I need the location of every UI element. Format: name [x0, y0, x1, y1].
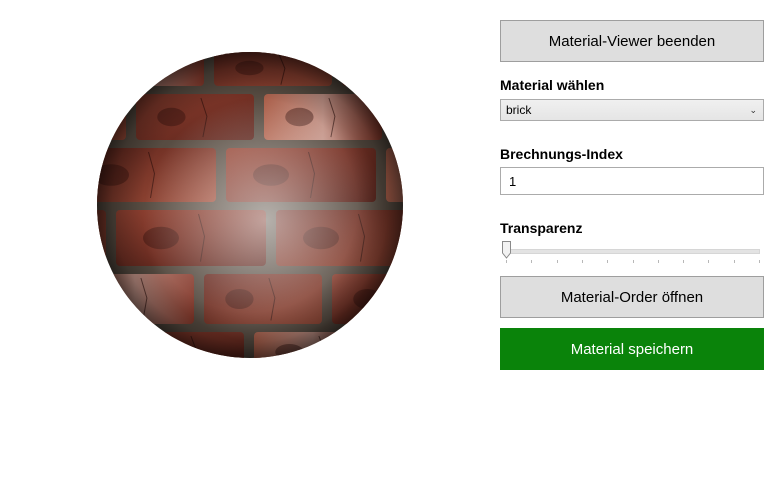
slider-tick — [708, 260, 709, 263]
brick-crack — [396, 277, 403, 321]
brick-crack — [150, 53, 158, 85]
chevron-down-icon: ⌄ — [749, 104, 757, 115]
slider-tick — [658, 260, 659, 263]
transparency-slider[interactable] — [500, 241, 764, 265]
brick-sphere[interactable] — [96, 50, 404, 360]
slider-tick — [734, 260, 735, 263]
slider-tick — [633, 260, 634, 263]
material-preview-viewport[interactable] — [96, 50, 404, 360]
brick-stain — [107, 60, 136, 76]
refraction-index-value: 1 — [509, 173, 517, 189]
brick-stain — [363, 60, 392, 76]
slider-ticks — [506, 260, 760, 264]
transparency-label: Transparenz — [500, 220, 583, 236]
slider-thumb[interactable] — [502, 241, 511, 259]
save-material-button[interactable]: Material speichern — [500, 328, 764, 370]
material-select-value: brick — [506, 103, 532, 117]
brick — [97, 332, 116, 358]
slider-tick — [607, 260, 608, 263]
refraction-index-input[interactable]: 1 — [500, 167, 764, 195]
slider-tick — [531, 260, 532, 263]
slider-tick — [557, 260, 558, 263]
refraction-index-label: Brechnungs-Index — [500, 146, 623, 162]
brick-stain — [403, 344, 404, 360]
brick — [382, 332, 403, 358]
slider-tick — [759, 260, 760, 263]
brick — [392, 94, 403, 140]
brick-stain — [147, 344, 176, 358]
brick-stain — [97, 289, 126, 309]
open-material-folder-button[interactable]: Material-Order öffnen — [500, 276, 764, 318]
slider-tick — [683, 260, 684, 263]
slider-track[interactable] — [506, 249, 760, 254]
slider-tick — [506, 260, 507, 263]
material-select[interactable]: brick ⌄ — [500, 99, 764, 121]
material-select-label: Material wählen — [500, 77, 605, 93]
brick — [342, 52, 403, 86]
close-viewer-button[interactable]: Material-Viewer beenden — [500, 20, 764, 62]
slider-tick — [582, 260, 583, 263]
